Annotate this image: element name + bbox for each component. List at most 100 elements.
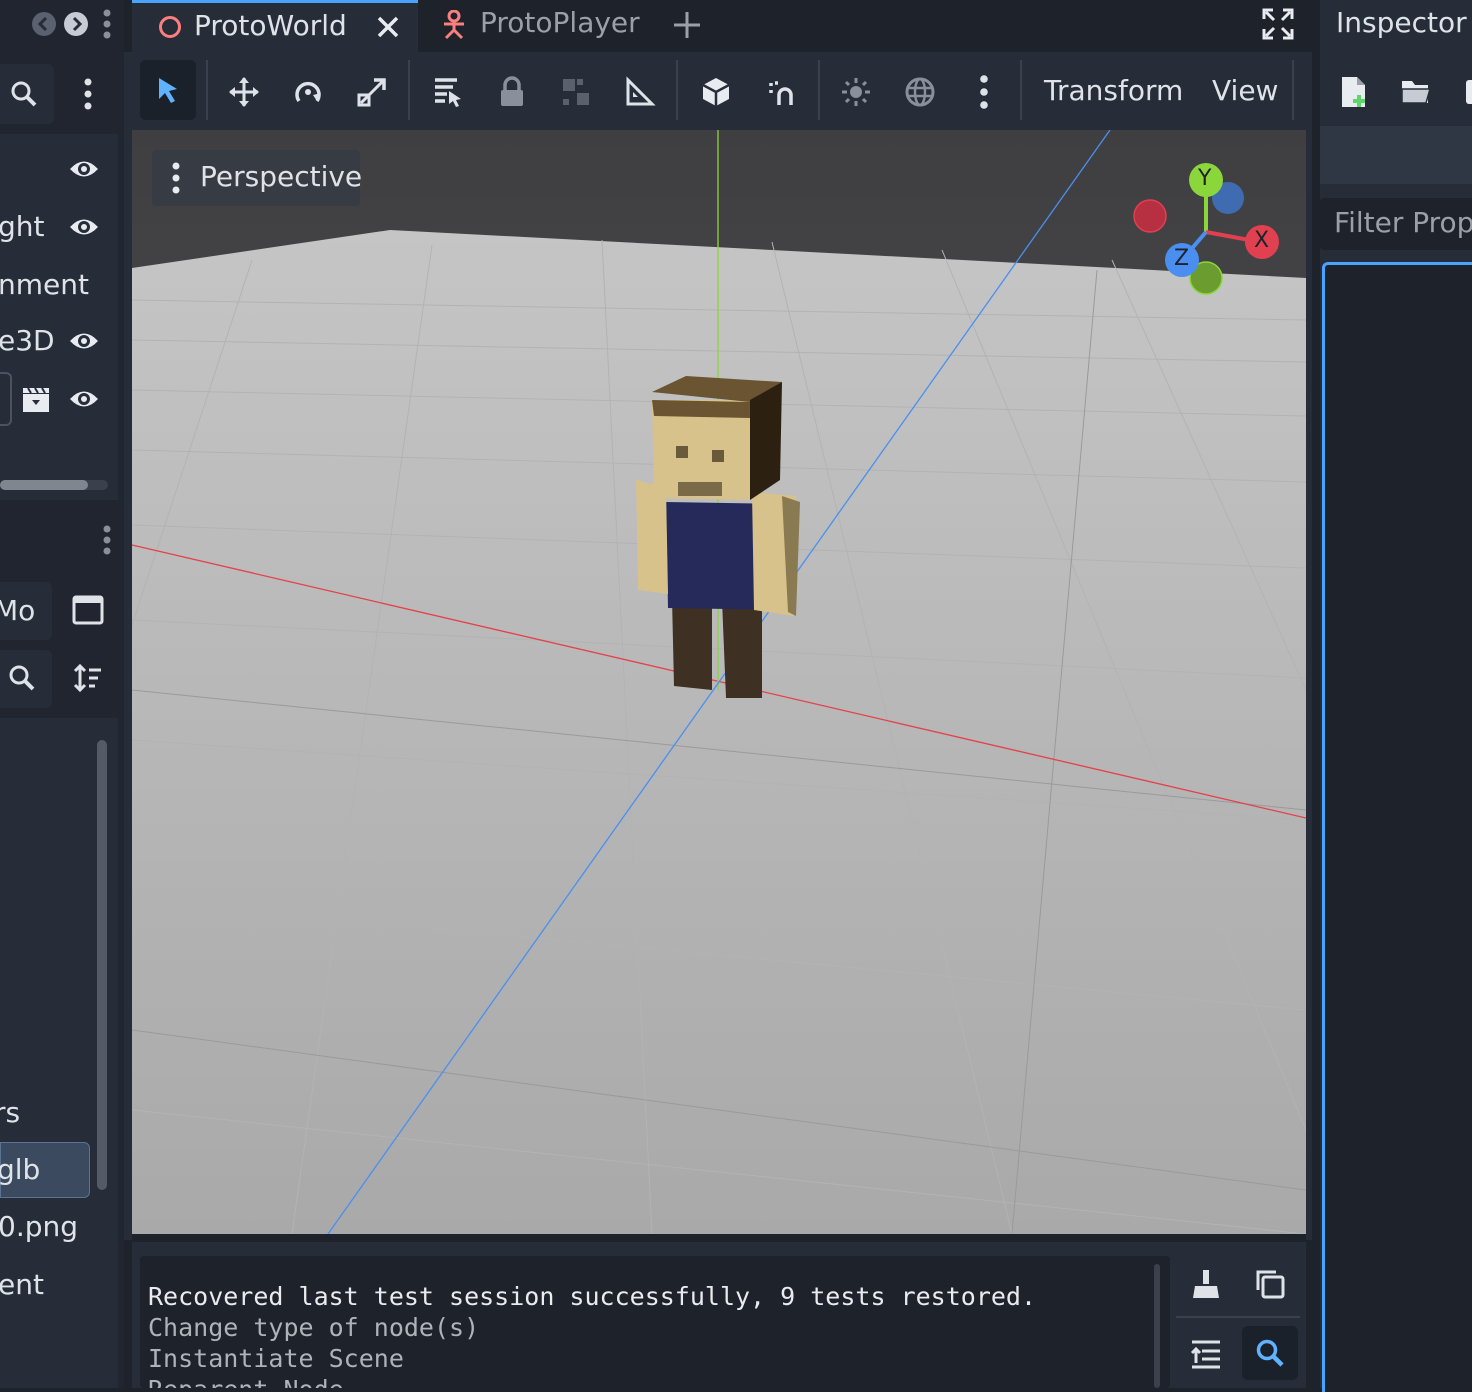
select-tool-icon[interactable] — [140, 60, 196, 120]
scene-filter-box[interactable] — [0, 64, 54, 124]
file-item[interactable]: ent — [0, 1258, 96, 1312]
inspector-tab-bar: Inspector — [1312, 0, 1472, 52]
search-icon — [8, 664, 36, 692]
eye-icon[interactable] — [68, 212, 100, 242]
output-buttons-separator — [1176, 1316, 1300, 1318]
dock-menu-icon[interactable] — [96, 6, 118, 42]
search-icon — [8, 78, 40, 110]
eye-icon[interactable] — [68, 154, 100, 184]
copy-log-icon[interactable] — [1250, 1264, 1290, 1304]
distraction-free-icon[interactable] — [1260, 6, 1296, 42]
gizmo-y-label: Y — [1198, 166, 1212, 191]
scene-tree-row[interactable] — [0, 140, 118, 198]
gizmo-x-label: X — [1254, 228, 1270, 253]
dock-move-left-icon[interactable] — [30, 10, 58, 38]
viewport-menu-icon — [172, 162, 180, 194]
property-list[interactable] — [1322, 262, 1472, 1392]
file-list-scrollbar[interactable] — [97, 740, 107, 1190]
scene-tree-row[interactable]: ght — [0, 198, 118, 256]
gizmo-z-label: Z — [1174, 246, 1190, 271]
toolbar-separator — [408, 60, 410, 120]
perspective-label: Perspective — [200, 160, 363, 193]
scene-tree-row-label: e3D — [0, 324, 55, 357]
scene-tree-row[interactable]: nment — [0, 256, 118, 314]
load-resource-icon[interactable] — [1396, 72, 1436, 112]
file-item-label: 0.png — [0, 1210, 79, 1243]
list-select-icon[interactable] — [426, 70, 470, 114]
local-space-icon[interactable] — [694, 70, 738, 114]
filesystem-menu-icon[interactable] — [96, 522, 118, 558]
log-line: Instantiate Scene — [148, 1344, 404, 1373]
dock-move-right-icon[interactable] — [62, 10, 90, 38]
resource-path-bar[interactable] — [1320, 126, 1472, 184]
tab-protoworld[interactable]: ProtoWorld — [132, 0, 418, 52]
close-icon[interactable] — [374, 13, 402, 41]
environment-icon[interactable] — [898, 70, 942, 114]
filter-properties-placeholder: Filter Prope — [1334, 206, 1472, 239]
log-line: Reparent Node — [148, 1375, 344, 1388]
sort-icon[interactable] — [70, 660, 106, 696]
add-tab-icon[interactable] — [670, 8, 704, 42]
path-field-value: Mo — [0, 594, 36, 627]
move-tool-icon[interactable] — [222, 70, 266, 114]
output-panel: Recovered last test session successfully… — [132, 1242, 1306, 1388]
transform-menu[interactable]: Transform — [1044, 74, 1183, 107]
perspective-menu-button[interactable]: Perspective — [152, 150, 363, 206]
tab-label: ProtoPlayer — [480, 6, 640, 39]
tab-inspector[interactable]: Inspector — [1320, 0, 1472, 52]
inspector-dock: Inspector Filter Prope — [1312, 0, 1472, 1392]
inspector-body: Filter Prope — [1320, 52, 1472, 1392]
snap-icon[interactable] — [760, 70, 804, 114]
more-options-icon[interactable] — [970, 70, 998, 114]
file-item[interactable]: rs — [0, 1086, 96, 1140]
scene-tree-row-label: nment — [0, 268, 89, 301]
log-line: Recovered last test session successfully… — [148, 1282, 1037, 1311]
toolbar-separator — [206, 60, 208, 120]
file-list: rs glb 0.png ent — [0, 718, 118, 1388]
node-name-edit[interactable] — [0, 372, 12, 426]
file-item[interactable]: 0.png — [0, 1200, 96, 1254]
group-icon[interactable] — [554, 70, 598, 114]
filter-properties-input[interactable]: Filter Prope — [1320, 198, 1472, 250]
file-filter-box[interactable] — [0, 650, 52, 708]
log-line: Change type of node(s) — [148, 1313, 480, 1342]
file-item-label: ent — [0, 1268, 44, 1301]
save-resource-icon[interactable] — [1458, 72, 1472, 112]
file-item-label: glb — [0, 1153, 41, 1186]
output-scrollbar[interactable] — [1154, 1264, 1160, 1388]
file-item[interactable]: glb — [0, 1142, 90, 1198]
scale-tool-icon[interactable] — [350, 70, 394, 114]
eye-icon[interactable] — [68, 326, 100, 356]
node3d-scene-icon — [158, 15, 182, 39]
scene-tree-hscrollbar[interactable] — [0, 480, 108, 490]
toolbar-separator — [818, 60, 820, 120]
scene-options-icon[interactable] — [70, 70, 106, 118]
scene-tree-row[interactable] — [0, 370, 118, 428]
tab-protoplayer[interactable]: ProtoPlayer — [424, 0, 654, 52]
lock-icon[interactable] — [490, 70, 534, 114]
toolbar-separator — [1020, 60, 1022, 120]
scene-tree-row[interactable]: e3D — [0, 312, 118, 370]
inspector-title: Inspector — [1336, 6, 1467, 39]
tab-label: ProtoWorld — [194, 9, 347, 42]
toolbar-separator — [676, 60, 678, 120]
path-field[interactable]: Mo — [0, 582, 52, 640]
clear-log-icon[interactable] — [1186, 1264, 1226, 1304]
sun-icon[interactable] — [834, 70, 878, 114]
scene-tree: ght nment e3D — [0, 134, 118, 500]
scene-tab-bar: ProtoWorld ProtoPlayer — [124, 0, 1312, 52]
output-log[interactable]: Recovered last test session successfully… — [140, 1256, 1170, 1388]
viewport-3d[interactable]: Perspective Y X Z — [132, 130, 1306, 1234]
search-log-icon[interactable] — [1242, 1326, 1298, 1380]
collapse-log-icon[interactable] — [1186, 1334, 1226, 1374]
ruler-icon[interactable] — [618, 70, 662, 114]
view-menu[interactable]: View — [1212, 74, 1278, 107]
rotate-tool-icon[interactable] — [286, 70, 330, 114]
eye-icon[interactable] — [68, 384, 100, 414]
view-orientation-gizmo[interactable]: Y X Z — [1128, 160, 1288, 300]
file-item-label: rs — [0, 1096, 21, 1129]
split-mode-icon[interactable] — [70, 592, 106, 628]
clapperboard-icon[interactable] — [20, 384, 52, 414]
new-resource-icon[interactable] — [1334, 72, 1374, 112]
scene-tree-row-label: ght — [0, 210, 45, 243]
